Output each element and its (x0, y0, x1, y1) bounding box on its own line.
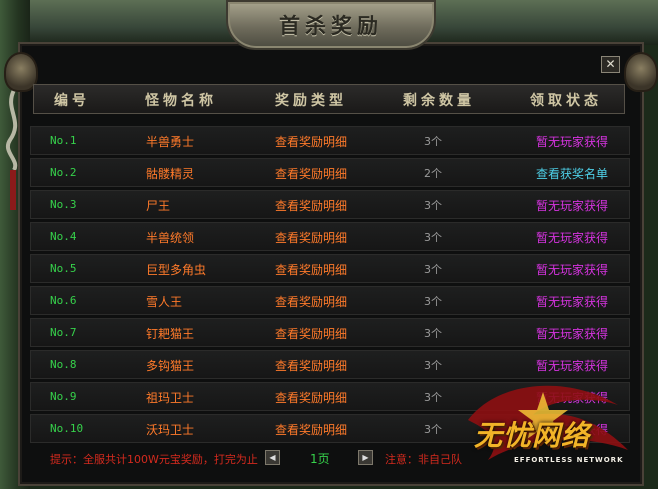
remaining-count: 3个 (424, 423, 442, 436)
reward-detail-link[interactable]: 查看奖励明细 (275, 133, 347, 150)
remaining-count: 3个 (424, 199, 442, 212)
claim-status-link[interactable]: 暂无玩家获得 (536, 197, 608, 214)
claim-status-link[interactable]: 暂无玩家获得 (536, 261, 608, 278)
reward-detail-link[interactable]: 查看奖励明细 (275, 421, 347, 438)
table-header: 编号 怪物名称 奖励类型 剩余数量 领取状态 (33, 84, 625, 114)
row-number: No.9 (50, 390, 77, 403)
header-status: 领取状态 (530, 93, 602, 109)
table-row: No.4 半兽统领 查看奖励明细 3个 暂无玩家获得 (30, 222, 630, 251)
monster-name: 半兽勇士 (146, 135, 195, 149)
remaining-count: 3个 (424, 391, 442, 404)
row-number: No.2 (50, 166, 77, 179)
footer-tip: 提示：全服共计100W元宝奖励，打完为止 (50, 453, 258, 466)
remaining-count: 3个 (424, 295, 442, 308)
prev-page-button[interactable]: ◀ (265, 450, 280, 465)
table-row: No.7 钉耙猫王 查看奖励明细 3个 暂无玩家获得 (30, 318, 630, 347)
next-page-button[interactable]: ▶ (358, 450, 373, 465)
reward-detail-link[interactable]: 查看奖励明细 (275, 293, 347, 310)
remaining-count: 3个 (424, 327, 442, 340)
reward-detail-link[interactable]: 查看奖励明细 (275, 389, 347, 406)
monster-name: 尸王 (146, 199, 171, 213)
monster-name: 沃玛卫士 (146, 423, 195, 437)
header-reward-type: 奖励类型 (275, 93, 347, 109)
claim-status-link[interactable]: 暂无玩家获得 (536, 293, 608, 310)
reward-detail-link[interactable]: 查看奖励明细 (275, 325, 347, 342)
monster-name: 半兽统领 (146, 231, 195, 245)
table-row: No.1 半兽勇士 查看奖励明细 3个 暂无玩家获得 (30, 126, 630, 155)
reward-detail-link[interactable]: 查看奖励明细 (275, 197, 347, 214)
monster-name: 多钩猫王 (146, 359, 195, 373)
row-number: No.10 (50, 422, 84, 435)
close-button[interactable]: ✕ (601, 56, 620, 73)
table-row: No.2 骷髅精灵 查看奖励明细 2个 查看获奖名单 (30, 158, 630, 187)
monster-name: 骷髅精灵 (146, 167, 195, 181)
row-number: No.1 (50, 134, 77, 147)
claim-status-link[interactable]: 暂无玩家获得 (536, 133, 608, 150)
table-row: No.8 多钩猫王 查看奖励明细 3个 暂无玩家获得 (30, 350, 630, 379)
logo-text: 无忧网络 (474, 419, 591, 452)
claim-status-link[interactable]: 暂无玩家获得 (536, 229, 608, 246)
row-number: No.5 (50, 262, 77, 275)
claim-status-link[interactable]: 暂无玩家获得 (536, 357, 608, 374)
row-number: No.8 (50, 358, 77, 371)
monster-name: 祖玛卫士 (146, 391, 195, 405)
row-number: No.6 (50, 294, 77, 307)
remaining-count: 3个 (424, 231, 442, 244)
row-number: No.7 (50, 326, 77, 339)
monster-name: 钉耙猫王 (146, 327, 195, 341)
row-number: No.4 (50, 230, 77, 243)
header-monster-name: 怪物名称 (145, 93, 217, 109)
claim-status-link[interactable]: 暂无玩家获得 (536, 325, 608, 342)
table-row: No.5 巨型多角虫 查看奖励明细 3个 暂无玩家获得 (30, 254, 630, 283)
remaining-count: 3个 (424, 135, 442, 148)
title-plate: 首杀奖励 (226, 0, 436, 50)
table-row: No.6 雪人王 查看奖励明细 3个 暂无玩家获得 (30, 286, 630, 315)
remaining-count: 3个 (424, 359, 442, 372)
row-number: No.3 (50, 198, 77, 211)
watermark-logo: 无忧网络 EFFORTLESS NETWORK (448, 380, 644, 480)
header-no: 编号 (54, 93, 90, 109)
reward-detail-link[interactable]: 查看奖励明细 (275, 357, 347, 374)
page-indicator: 1页 (310, 452, 330, 466)
table-row: No.3 尸王 查看奖励明细 3个 暂无玩家获得 (30, 190, 630, 219)
header-remaining: 剩余数量 (403, 93, 475, 109)
corner-ornament-right-icon (624, 52, 658, 92)
logo-subtext: EFFORTLESS NETWORK (514, 456, 624, 464)
reward-detail-link[interactable]: 查看奖励明细 (275, 261, 347, 278)
window-title: 首杀奖励 (279, 13, 383, 38)
remaining-count: 2个 (424, 167, 442, 180)
monster-name: 巨型多角虫 (146, 263, 207, 277)
monster-name: 雪人王 (146, 295, 183, 309)
reward-detail-link[interactable]: 查看奖励明细 (275, 165, 347, 182)
remaining-count: 3个 (424, 263, 442, 276)
claim-status-link[interactable]: 查看获奖名单 (536, 165, 608, 182)
reward-detail-link[interactable]: 查看奖励明细 (275, 229, 347, 246)
